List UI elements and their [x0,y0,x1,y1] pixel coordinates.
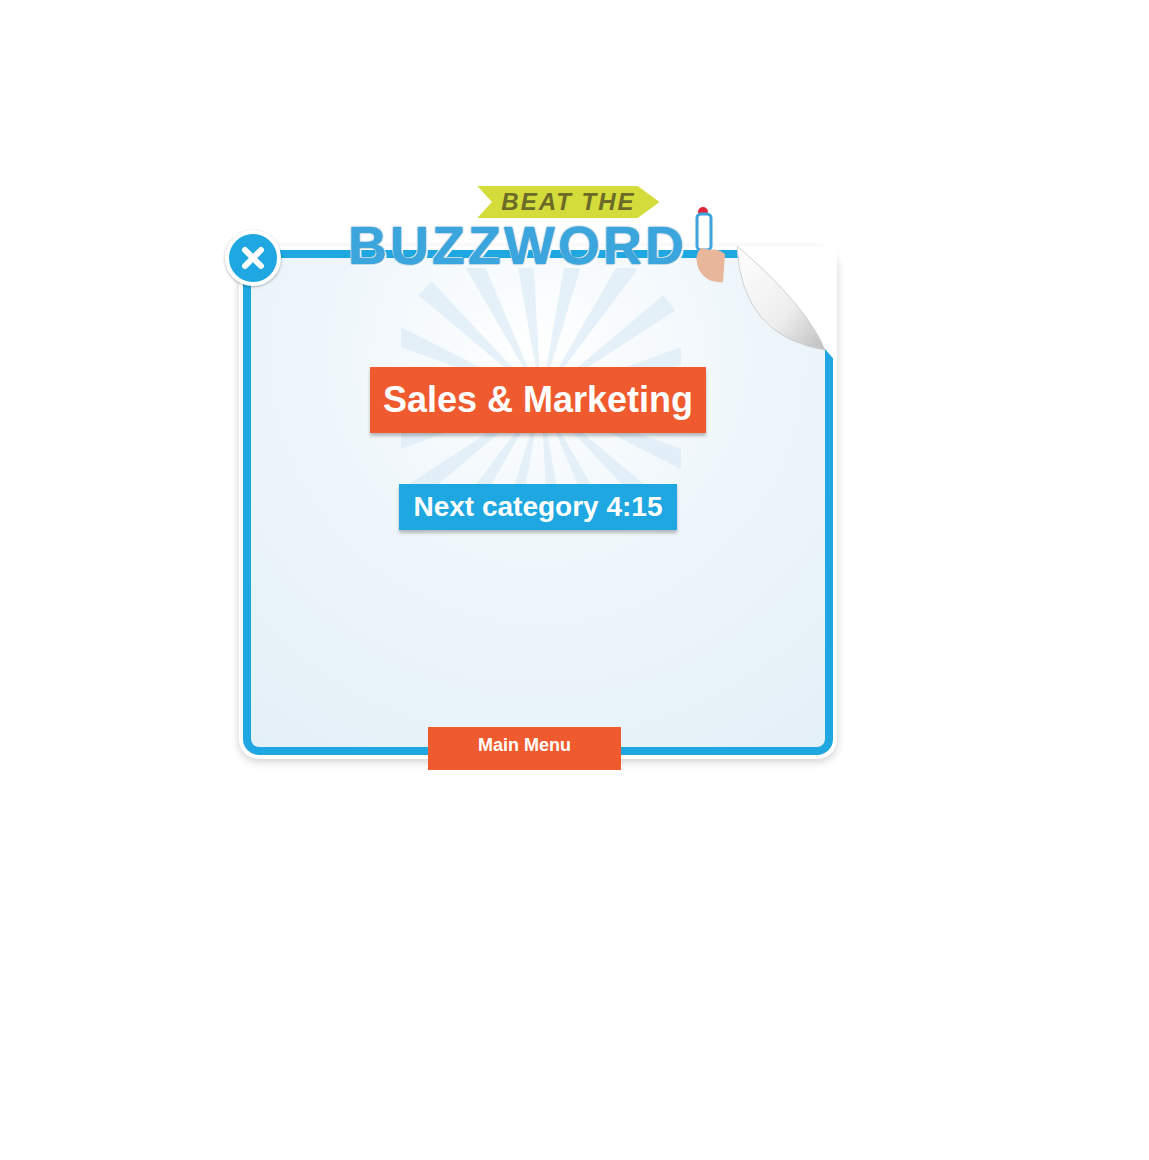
main-menu-button[interactable]: Main Menu [428,727,621,770]
logo-title: BUZZWORD [348,218,687,272]
page: Sales & Marketing Next category 4:15 Main … [0,0,1149,1160]
close-button[interactable] [225,230,281,286]
next-category-timer: Next category 4:15 [399,484,676,530]
hand-icon [689,204,729,284]
category-label: Sales & Marketing [370,367,706,433]
close-icon [240,245,266,271]
logo-tagline-banner: BEAT THE [477,186,659,218]
logo: BEAT THEBUZZWORD [348,186,729,284]
page-curl-icon [737,246,837,363]
game-dialog: Sales & MarketingNext category 4:15Main … [243,250,833,755]
dialog-content: Sales & Marketing Next category 4:15 [251,258,825,530]
